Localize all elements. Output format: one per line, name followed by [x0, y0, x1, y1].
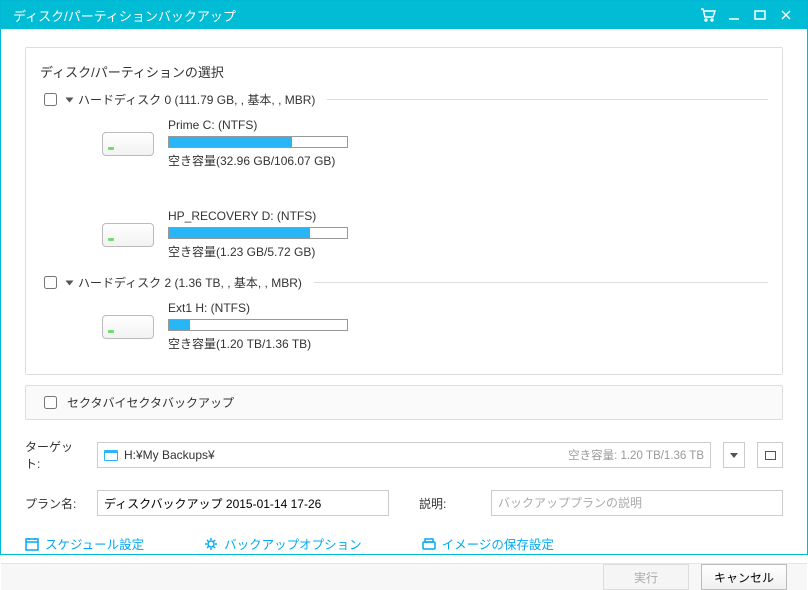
disk-label-2: ハードディスク 2 (1.36 TB, , 基本, , MBR) — [78, 274, 302, 291]
sector-checkbox[interactable] — [44, 396, 57, 409]
hdd-icon — [100, 301, 156, 343]
partition-free: 空き容量(32.96 GB/106.07 GB) — [168, 152, 420, 169]
footer: 実行 キャンセル — [1, 563, 807, 590]
close-icon[interactable] — [773, 1, 799, 29]
expand-icon[interactable] — [66, 280, 74, 285]
rule — [314, 282, 768, 283]
app-window: ディスク/パーティションバックアップ ディスク/パーティションの選択 ハードディ… — [0, 0, 808, 555]
disk-icon — [422, 537, 436, 551]
partitions-disk-0: Prime C: (NTFS) 空き容量(32.96 GB/106.07 GB)… — [100, 118, 768, 260]
folder-icon — [104, 450, 118, 461]
maximize-icon[interactable] — [747, 1, 773, 29]
backup-options-link[interactable]: バックアップオプション — [204, 534, 362, 553]
sector-label: セクタバイセクタバックアップ — [67, 394, 234, 411]
target-free-space: 空き容量: 1.20 TB/1.36 TB — [568, 447, 704, 463]
partition-item[interactable]: HP_RECOVERY D: (NTFS) 空き容量(1.23 GB/5.72 … — [100, 209, 420, 260]
target-row: ターゲット: H:¥My Backups¥ 空き容量: 1.20 TB/1.36… — [25, 438, 783, 472]
target-path: H:¥My Backups¥ — [124, 448, 215, 462]
browse-button[interactable] — [757, 442, 783, 468]
minimize-icon[interactable] — [721, 1, 747, 29]
partition-item[interactable]: Ext1 H: (NTFS) 空き容量(1.20 TB/1.36 TB) — [100, 301, 420, 352]
partition-free: 空き容量(1.20 TB/1.36 TB) — [168, 335, 420, 352]
partition-name: HP_RECOVERY D: (NTFS) — [168, 209, 420, 223]
partition-item[interactable]: Prime C: (NTFS) 空き容量(32.96 GB/106.07 GB) — [100, 118, 420, 169]
options-links-row: スケジュール設定 バックアップオプション イメージの保存設定 — [25, 534, 783, 553]
usage-bar — [168, 136, 348, 148]
window-title: ディスク/パーティションバックアップ — [13, 6, 695, 25]
gear-icon — [204, 537, 218, 551]
sector-by-sector-row[interactable]: セクタバイセクタバックアップ — [25, 385, 783, 420]
partition-name: Prime C: (NTFS) — [168, 118, 420, 132]
target-dropdown-button[interactable] — [723, 442, 745, 468]
hdd-icon — [100, 118, 156, 160]
plan-name-input[interactable] — [97, 490, 389, 516]
partitions-disk-2: Ext1 H: (NTFS) 空き容量(1.20 TB/1.36 TB) — [100, 301, 768, 352]
partition-free: 空き容量(1.23 GB/5.72 GB) — [168, 243, 420, 260]
plan-label: プラン名: — [25, 495, 85, 512]
panel-title: ディスク/パーティションの選択 — [40, 62, 768, 81]
disk-checkbox-2[interactable] — [44, 276, 57, 289]
chevron-down-icon — [730, 453, 738, 458]
description-input[interactable] — [491, 490, 783, 516]
titlebar: ディスク/パーティションバックアップ — [1, 1, 807, 29]
hdd-icon — [100, 209, 156, 251]
schedule-link[interactable]: スケジュール設定 — [25, 534, 144, 553]
image-settings-link[interactable]: イメージの保存設定 — [422, 534, 554, 553]
partition-name: Ext1 H: (NTFS) — [168, 301, 420, 315]
disk-checkbox-0[interactable] — [44, 93, 57, 106]
target-path-box[interactable]: H:¥My Backups¥ 空き容量: 1.20 TB/1.36 TB — [97, 442, 711, 468]
content-area: ディスク/パーティションの選択 ハードディスク 0 (111.79 GB, , … — [1, 29, 807, 563]
rule — [327, 99, 768, 100]
description-label: 説明: — [419, 495, 479, 512]
disk-selection-panel: ディスク/パーティションの選択 ハードディスク 0 (111.79 GB, , … — [25, 47, 783, 375]
browse-icon — [765, 451, 776, 460]
calendar-icon — [25, 537, 39, 551]
cancel-button[interactable]: キャンセル — [701, 564, 787, 590]
target-label: ターゲット: — [25, 438, 85, 472]
disk-header-0[interactable]: ハードディスク 0 (111.79 GB, , 基本, , MBR) — [40, 91, 768, 108]
execute-button[interactable]: 実行 — [603, 564, 689, 590]
disk-header-2[interactable]: ハードディスク 2 (1.36 TB, , 基本, , MBR) — [40, 274, 768, 291]
disk-label-0: ハードディスク 0 (111.79 GB, , 基本, , MBR) — [78, 91, 315, 108]
usage-bar — [168, 319, 348, 331]
cart-icon[interactable] — [695, 1, 721, 29]
plan-row: プラン名: 説明: — [25, 490, 783, 516]
usage-bar — [168, 227, 348, 239]
expand-icon[interactable] — [66, 97, 74, 102]
